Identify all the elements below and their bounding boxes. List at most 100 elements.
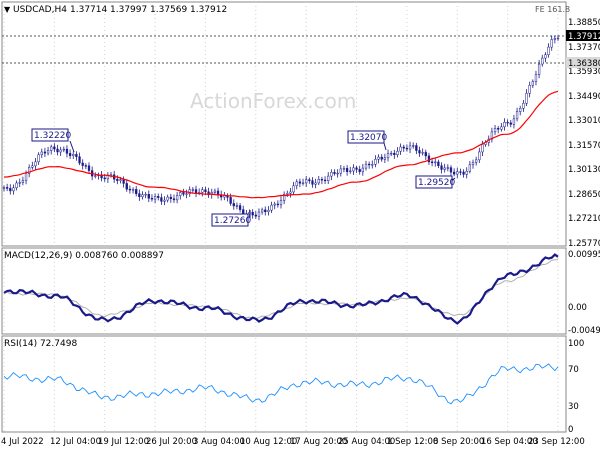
candle-body — [160, 197, 163, 202]
candle-body — [522, 103, 525, 109]
candle-body — [377, 156, 380, 160]
candle-body — [519, 108, 522, 112]
annotation-2-label: 1.27260 — [214, 216, 251, 226]
candle-body — [440, 165, 443, 170]
candle-body — [122, 179, 125, 184]
rsi-tick-2: 30 — [568, 402, 579, 412]
candle-body — [509, 122, 512, 125]
candle-body — [478, 151, 481, 161]
candle-body — [358, 169, 361, 172]
candle-body — [512, 118, 516, 125]
candle-body — [292, 185, 295, 193]
candle-body — [273, 203, 276, 206]
candle-body — [138, 193, 141, 198]
candle-body — [314, 182, 317, 185]
candle-body — [135, 189, 138, 194]
candle-body — [537, 63, 541, 75]
candle-body — [330, 172, 333, 177]
candle-body — [59, 149, 62, 153]
candle-body — [311, 180, 314, 185]
candle-body — [53, 146, 56, 150]
candle-body — [459, 171, 462, 173]
candle-body — [131, 189, 135, 191]
candle-body — [446, 167, 449, 169]
candle-body — [267, 209, 270, 213]
candle-body — [87, 165, 91, 171]
candle-body — [270, 204, 273, 211]
rsi-panel — [1, 335, 567, 433]
candle-body — [531, 81, 534, 86]
price-panel — [1, 1, 567, 247]
macd-axis: 0.009956 0.00 -0.004912 — [568, 250, 600, 336]
candle-body — [452, 171, 456, 175]
candle-body — [24, 173, 28, 181]
candle-body — [367, 163, 371, 166]
candle-body — [396, 150, 399, 156]
price-tick-7: 1.28650 — [568, 190, 600, 200]
ohlc-low: 1.37569 — [150, 5, 187, 15]
candle-body — [103, 177, 106, 180]
candle-body — [175, 195, 179, 201]
candle-body — [216, 190, 220, 195]
candle-body — [399, 146, 402, 152]
candle-body — [235, 205, 239, 207]
candle-body — [276, 203, 280, 206]
candle-body — [345, 168, 349, 172]
macd-tick-2: -0.004912 — [568, 326, 600, 336]
candle-body — [506, 121, 509, 124]
candle-body — [289, 191, 292, 194]
time-tick-3: 26 Jul 20:00 — [146, 437, 197, 447]
candle-body — [251, 212, 254, 216]
candle-body — [144, 194, 147, 196]
candle-body — [229, 197, 232, 204]
candle-body — [339, 168, 342, 174]
candle-body — [525, 92, 528, 104]
candle-body — [163, 199, 166, 202]
rsi-tick-3: 0 — [568, 425, 573, 435]
candle-body — [308, 179, 311, 181]
candle-body — [179, 192, 182, 196]
candle-body — [75, 154, 78, 157]
time-tick-4: 3 Aug 04:00 — [193, 437, 245, 447]
symbol-title: USDCAD,H4 — [13, 5, 67, 15]
ohlc-close: 1.37912 — [190, 5, 227, 15]
candle-body — [443, 167, 446, 170]
ohlc-open: 1.37714 — [70, 5, 107, 15]
candle-body — [405, 147, 409, 150]
candle-body — [481, 144, 484, 153]
candle-body — [468, 164, 472, 172]
candle-body — [254, 214, 257, 217]
candle-body — [361, 167, 364, 172]
time-tick-8: 1 Sep 12:00 — [387, 437, 438, 447]
chart-window: ActionForex.com ▼ USDCAD,H4 1.37714 1.37… — [0, 0, 600, 450]
candle-body — [553, 38, 557, 40]
candle-body — [541, 57, 544, 65]
price-tick-0: 1.38850 — [568, 18, 600, 28]
candle-body — [279, 200, 283, 206]
candle-body — [408, 145, 412, 150]
candle-body — [462, 171, 465, 175]
time-tick-0: 4 Jul 2022 — [1, 437, 44, 447]
rsi-tick-0: 100 — [568, 339, 584, 349]
candle-body — [412, 145, 415, 147]
candle-body — [286, 193, 289, 195]
candle-body — [298, 181, 302, 184]
candle-body — [352, 167, 355, 172]
candle-body — [534, 74, 538, 82]
candle-body — [46, 150, 50, 154]
rsi-tick-1: 70 — [568, 365, 579, 375]
candle-body — [415, 145, 418, 151]
symbol-dropdown-icon[interactable]: ▼ — [4, 5, 11, 14]
candle-body — [81, 162, 84, 166]
candle-body — [427, 155, 431, 163]
candle-body — [204, 189, 207, 193]
candle-body — [550, 39, 553, 48]
fe-label: FE 161.8 — [535, 5, 570, 14]
candle-body — [327, 175, 330, 182]
candle-body — [333, 172, 336, 174]
candle-body — [147, 194, 150, 199]
annotation-4: 1.29520 — [415, 175, 455, 189]
candle-body — [232, 203, 235, 207]
candle-body — [65, 148, 69, 154]
ohlc-high: 1.37997 — [110, 5, 147, 15]
